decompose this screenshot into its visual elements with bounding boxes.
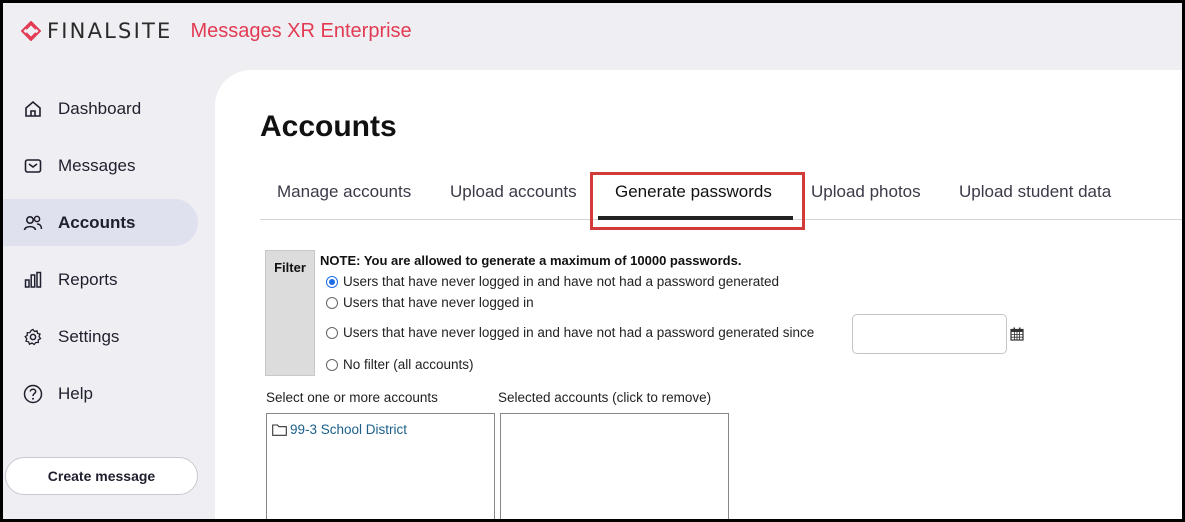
app-window: FINALSITE Messages XR Enterprise Dashboa…	[3, 3, 1182, 519]
sidebar-item-accounts[interactable]: Accounts	[3, 199, 198, 246]
create-message-button[interactable]: Create message	[5, 457, 198, 495]
selected-accounts-label: Selected accounts (click to remove)	[498, 390, 712, 405]
radio-button[interactable]	[326, 326, 338, 339]
gear-icon	[23, 327, 43, 347]
sidebar-item-help[interactable]: Help	[3, 370, 198, 417]
sidebar-item-label: Accounts	[58, 212, 136, 232]
main-panel: Accounts Manage accounts Upload accounts…	[215, 70, 1182, 519]
filter-option-never-logged[interactable]: Users that have never logged in	[326, 295, 534, 310]
sidebar-item-settings[interactable]: Settings	[3, 313, 198, 360]
tab-upload-photos[interactable]: Upload photos	[811, 182, 921, 202]
tab-upload-accounts[interactable]: Upload accounts	[450, 182, 577, 202]
radio-label: No filter (all accounts)	[343, 357, 474, 372]
selected-accounts-list[interactable]	[500, 413, 729, 519]
radio-label: Users that have never logged in	[343, 295, 534, 310]
radio-button[interactable]	[326, 275, 338, 288]
radio-button[interactable]	[326, 296, 338, 309]
radio-button[interactable]	[326, 358, 338, 371]
message-icon	[23, 156, 43, 176]
brand-header: FINALSITE Messages XR Enterprise	[21, 17, 412, 45]
bar-chart-icon	[23, 270, 43, 290]
sidebar-item-label: Dashboard	[58, 98, 142, 118]
finalsite-logo-icon	[21, 21, 41, 41]
sidebar-item-messages[interactable]: Messages	[3, 142, 198, 189]
filter-label: Filter	[265, 250, 315, 376]
product-name: Messages XR Enterprise	[190, 19, 412, 42]
page-title: Accounts	[260, 110, 397, 143]
available-accounts-label: Select one or more accounts	[266, 390, 438, 405]
sidebar-item-dashboard[interactable]: Dashboard	[3, 85, 198, 132]
filter-option-never-logged-no-password[interactable]: Users that have never logged in and have…	[326, 274, 779, 289]
sidebar-item-reports[interactable]: Reports	[3, 256, 198, 303]
sidebar-item-label: Help	[58, 383, 93, 403]
home-icon	[23, 99, 43, 119]
list-item[interactable]: 99-3 School District	[272, 422, 407, 437]
radio-label: Users that have never logged in and have…	[343, 325, 815, 340]
account-name: 99-3 School District	[290, 422, 408, 437]
users-icon	[23, 213, 43, 233]
brand-name: FINALSITE	[47, 19, 173, 43]
filter-option-since-date[interactable]: Users that have never logged in and have…	[326, 325, 814, 340]
password-limit-note: NOTE: You are allowed to generate a maxi…	[320, 253, 742, 268]
folder-icon	[272, 423, 287, 436]
tab-highlight-box	[590, 172, 805, 230]
tab-manage-accounts[interactable]: Manage accounts	[277, 182, 411, 202]
tab-upload-student-data[interactable]: Upload student data	[959, 182, 1111, 202]
help-icon	[23, 384, 43, 404]
sidebar-item-label: Reports	[58, 269, 118, 289]
radio-label: Users that have never logged in and have…	[343, 274, 780, 289]
sidebar-item-label: Messages	[58, 155, 136, 175]
available-accounts-list[interactable]: 99-3 School District	[266, 413, 495, 519]
sidebar: Dashboard Messages Accounts Reports Sett…	[3, 85, 213, 427]
calendar-icon[interactable]	[1010, 327, 1024, 341]
since-date-input[interactable]	[852, 314, 1007, 354]
filter-option-no-filter[interactable]: No filter (all accounts)	[326, 357, 474, 372]
sidebar-item-label: Settings	[58, 326, 120, 346]
